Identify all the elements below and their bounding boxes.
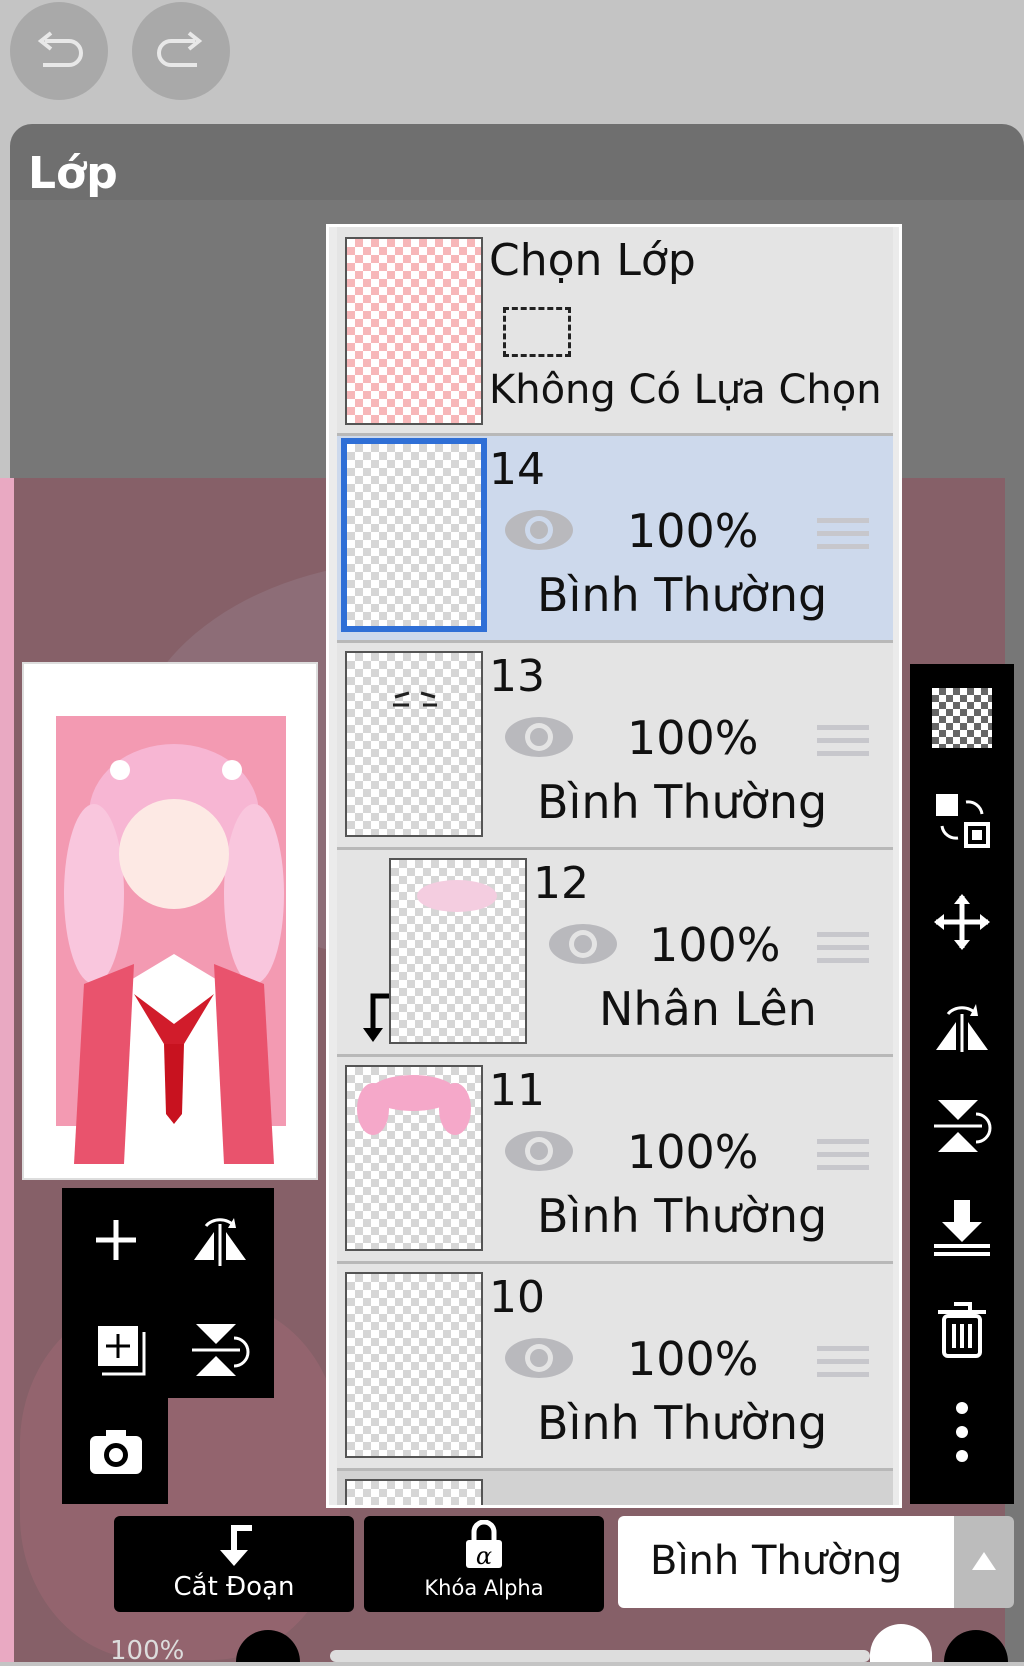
selection-marquee-icon [503,307,571,357]
eye-icon[interactable] [503,1336,575,1380]
flip-horizontal-layer-button[interactable] [928,990,996,1058]
duplicate-icon [98,1326,146,1376]
layer-thumbnail [345,1065,483,1251]
flip-vertical-button[interactable] [190,1320,250,1380]
layer-row[interactable]: 12 100% Nhân Lên [337,850,893,1057]
swap-button[interactable] [928,786,996,854]
eye-icon[interactable] [503,1129,575,1173]
clipping-button[interactable]: Cắt Đoạn [114,1516,354,1612]
layer-opacity: 100% [649,918,781,972]
layer-thumbnail [345,1272,483,1458]
redo-icon [157,31,203,67]
right-toolbar [910,664,1014,1504]
selection-status: Không Có Lựa Chọn [489,367,882,413]
layer-row[interactable]: 14 100% Bình Thường [337,436,893,643]
layer-blend-mode: Bình Thường [537,568,828,622]
layer-thumbnail [389,858,527,1044]
drag-handle-icon[interactable] [817,932,869,972]
layer-name: 11 [489,1065,545,1116]
layer-thumbnail [345,1479,483,1505]
flip-horizontal-button[interactable] [190,1210,250,1270]
layer-content-preview [417,880,497,912]
canvas-preview[interactable] [22,662,318,1180]
flip-horizontal-icon [936,1004,988,1052]
add-layer-button[interactable] [86,1210,146,1270]
redo-button[interactable] [132,2,230,100]
swap-layers-icon [936,794,990,848]
blend-mode-select[interactable]: Bình Thường [618,1516,954,1608]
drag-handle-icon[interactable] [817,1346,869,1386]
panel-title: Lớp [28,148,118,199]
camera-icon [90,1430,142,1474]
delete-layer-button[interactable] [928,1296,996,1364]
flip-vertical-icon [192,1324,250,1376]
trash-icon [938,1302,986,1358]
canvas-edge [0,478,14,1662]
selection-thumbnail [345,237,483,425]
layer-name: 13 [489,651,545,702]
layer-row[interactable]: 11 100% Bình Thường [337,1057,893,1264]
merge-down-button[interactable] [928,1194,996,1262]
layer-blend-mode: Bình Thường [537,1189,828,1243]
alpha-lock-button[interactable]: α Khóa Alpha [364,1516,604,1612]
layer-row[interactable]: 13 100% Bình Thường [337,643,893,850]
merge-down-icon [934,1200,990,1256]
svg-text:α: α [476,1542,492,1570]
eye-icon[interactable] [503,508,575,552]
layer-list[interactable]: Chọn Lớp Không Có Lựa Chọn 14 100% Bình … [326,224,902,1508]
flip-horizontal-icon [194,1218,246,1266]
selection-layer-title: Chọn Lớp [489,235,696,286]
layer-row[interactable]: 10 100% Bình Thường [337,1264,893,1471]
flip-vertical-layer-button[interactable] [928,1092,996,1160]
camera-button[interactable] [86,1420,146,1480]
eye-icon[interactable] [503,715,575,759]
undo-button[interactable] [10,2,108,100]
more-vertical-icon [956,1402,968,1462]
layer-row-partial[interactable] [337,1471,893,1505]
plus-icon [96,1220,136,1260]
layer-thumbnail [341,438,487,632]
clipping-icon [220,1525,252,1566]
drag-handle-icon[interactable] [817,518,869,558]
duplicate-layer-button[interactable] [88,1320,148,1380]
transparency-button[interactable] [928,684,996,752]
layer-name: 10 [489,1272,545,1323]
layer-opacity: 100% [627,711,759,765]
triangle-up-icon [972,1552,996,1570]
layer-name: 12 [533,858,589,909]
selection-layer-row[interactable]: Chọn Lớp Không Có Lựa Chọn [337,227,893,436]
layer-content-preview [357,1075,471,1135]
layer-blend-mode: Bình Thường [537,1396,828,1450]
opacity-slider[interactable] [330,1650,870,1662]
more-options-button[interactable] [928,1398,996,1466]
move-button[interactable] [928,888,996,956]
move-icon [934,894,990,950]
drag-handle-icon[interactable] [817,1139,869,1179]
undo-icon [37,31,83,67]
layer-thumbnail [345,651,483,837]
flip-vertical-icon [934,1100,992,1152]
layer-blend-mode: Bình Thường [537,775,828,829]
layer-name: 14 [489,444,545,495]
layer-content-preview [393,691,437,707]
checkerboard-icon [932,688,992,748]
lock-icon: α [466,1520,502,1570]
layer-opacity: 100% [627,1125,759,1179]
layer-opacity: 100% [627,504,759,558]
layer-panel-header [10,124,1024,200]
alpha-lock-label: Khóa Alpha [424,1576,544,1600]
blend-mode-value: Bình Thường [650,1538,903,1584]
preview-character [64,744,284,1164]
blend-mode-dropdown-button[interactable] [954,1516,1014,1608]
eye-icon[interactable] [547,922,619,966]
layer-opacity: 100% [627,1332,759,1386]
drag-handle-icon[interactable] [817,725,869,765]
clipping-label: Cắt Đoạn [173,1572,295,1602]
layer-blend-mode: Nhân Lên [599,982,817,1036]
